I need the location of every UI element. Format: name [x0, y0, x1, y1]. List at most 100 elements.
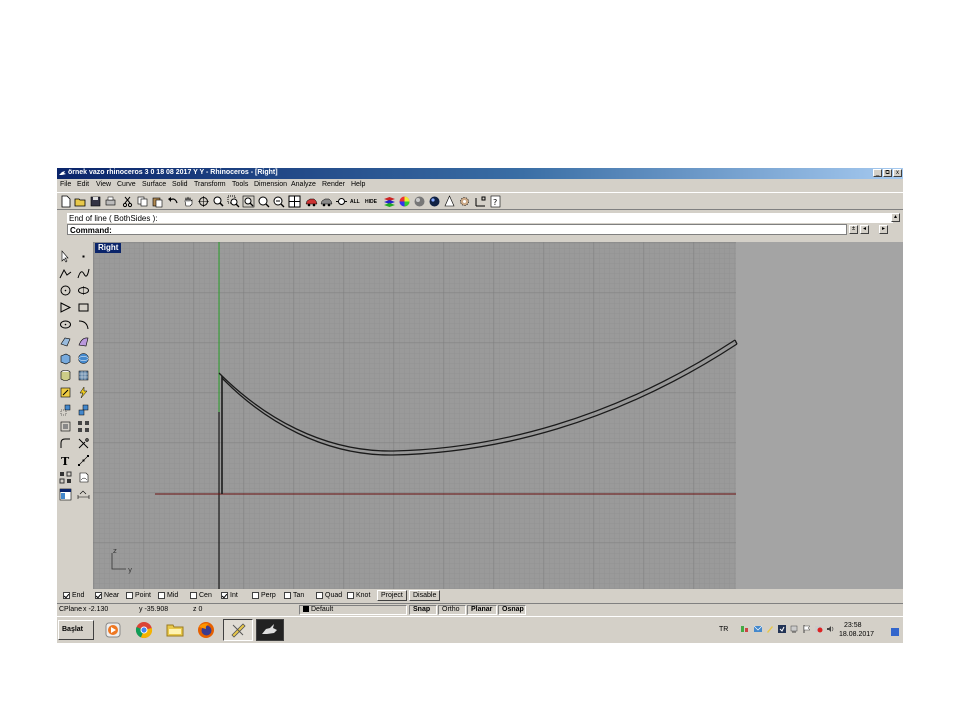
- osnap-cen[interactable]: Cen: [190, 591, 212, 600]
- status-osnap-toggle[interactable]: Osnap: [498, 605, 526, 615]
- start-button[interactable]: Başlat: [58, 620, 94, 640]
- cut-icon[interactable]: [121, 195, 134, 208]
- osnap-near-checkbox[interactable]: [95, 592, 102, 599]
- pan-hand-icon[interactable]: [182, 195, 195, 208]
- menu-help[interactable]: Help: [351, 181, 365, 188]
- ellipse-center-icon[interactable]: [59, 318, 72, 331]
- car-render-icon[interactable]: [305, 195, 318, 208]
- point-icon[interactable]: [77, 250, 90, 263]
- zoom-window-icon[interactable]: [227, 195, 240, 208]
- osnap-end-checkbox[interactable]: [63, 592, 70, 599]
- trim-icon[interactable]: [77, 437, 90, 450]
- osnap-perp-checkbox[interactable]: [252, 592, 259, 599]
- text-icon[interactable]: T: [59, 454, 72, 467]
- scale-icon[interactable]: [59, 420, 72, 433]
- osnap-knot-checkbox[interactable]: [347, 592, 354, 599]
- cone-light-icon[interactable]: [443, 195, 456, 208]
- layers-icon[interactable]: [383, 195, 396, 208]
- taskbar-app-button[interactable]: [256, 619, 284, 641]
- clock-date[interactable]: 18.08.2017: [839, 631, 874, 638]
- osnap-panel-icon[interactable]: [474, 195, 487, 208]
- dimension-icon[interactable]: [77, 488, 90, 501]
- viewport-title-tab[interactable]: Right: [95, 243, 122, 253]
- rectangle-icon[interactable]: [77, 301, 90, 314]
- status-snap-toggle[interactable]: Snap: [409, 605, 437, 615]
- new-file-icon[interactable]: [59, 195, 72, 208]
- menu-curve[interactable]: Curve: [117, 181, 136, 188]
- undo-view-icon[interactable]: [272, 195, 285, 208]
- menu-tools[interactable]: Tools: [232, 181, 248, 188]
- menu-transform[interactable]: Transform: [194, 181, 226, 188]
- hide-button[interactable]: HIDE: [365, 199, 377, 205]
- select-lights-icon[interactable]: [335, 195, 348, 208]
- four-viewports-icon[interactable]: [288, 195, 301, 208]
- tray-warning-icon[interactable]: [815, 625, 823, 633]
- tray-network-icon[interactable]: [790, 625, 798, 633]
- curve-icon[interactable]: [77, 267, 90, 280]
- group-icon[interactable]: [59, 471, 72, 484]
- title-bar[interactable]: örnek vazo rhinoceros 3 0 18 08 2017 Y Y…: [57, 168, 903, 179]
- osnap-tan-checkbox[interactable]: [284, 592, 291, 599]
- close-button[interactable]: x: [893, 169, 902, 177]
- menu-file[interactable]: File: [60, 181, 71, 188]
- points-on-icon[interactable]: [77, 454, 90, 467]
- osnap-int[interactable]: Int: [221, 591, 238, 600]
- print-icon[interactable]: [104, 195, 117, 208]
- osnap-mid-checkbox[interactable]: [158, 592, 165, 599]
- osnap-mid[interactable]: Mid: [158, 591, 178, 600]
- language-indicator[interactable]: TR: [719, 626, 728, 633]
- status-planar-toggle[interactable]: Planar: [467, 605, 497, 615]
- minimize-button[interactable]: _: [873, 169, 882, 177]
- copy-icon[interactable]: [136, 195, 149, 208]
- osnap-near[interactable]: Near: [95, 591, 119, 600]
- polygon-icon[interactable]: [59, 301, 72, 314]
- osnap-knot[interactable]: Knot: [347, 591, 370, 600]
- menu-edit[interactable]: Edit: [77, 181, 89, 188]
- cylinder-icon[interactable]: [59, 369, 72, 382]
- menu-analyze[interactable]: Analyze: [291, 181, 316, 188]
- osnap-tan[interactable]: Tan: [284, 591, 304, 600]
- zoom-selected-icon[interactable]: [257, 195, 270, 208]
- layout-icon[interactable]: [77, 471, 90, 484]
- osnap-quad-checkbox[interactable]: [316, 592, 323, 599]
- file-explorer-icon[interactable]: [166, 621, 184, 639]
- menu-surface[interactable]: Surface: [142, 181, 166, 188]
- copy-transform-icon[interactable]: [77, 403, 90, 416]
- status-layer[interactable]: Default: [299, 605, 407, 615]
- zoom-extents-icon[interactable]: [242, 195, 255, 208]
- open-folder-icon[interactable]: [74, 195, 87, 208]
- command-scroll-right[interactable]: ▸: [879, 225, 888, 234]
- tray-security-icon[interactable]: [778, 625, 786, 633]
- osnap-cen-checkbox[interactable]: [190, 592, 197, 599]
- blue-sphere-icon[interactable]: [428, 195, 441, 208]
- circle-icon[interactable]: [59, 284, 72, 297]
- tray-mail-icon[interactable]: [754, 625, 762, 633]
- zoom-dynamic-icon[interactable]: [212, 195, 225, 208]
- car-shaded-icon[interactable]: [320, 195, 333, 208]
- save-icon[interactable]: [89, 195, 102, 208]
- tray-app-icon[interactable]: [741, 625, 749, 633]
- command-spinner[interactable]: ±: [849, 225, 858, 234]
- ellipse-icon[interactable]: [77, 284, 90, 297]
- osnap-project-button[interactable]: Project: [377, 590, 407, 601]
- tray-pen-icon[interactable]: [766, 625, 774, 633]
- lightning-icon[interactable]: [77, 386, 90, 399]
- taskbar-rhino-active-button[interactable]: [223, 619, 253, 641]
- right-viewport[interactable]: z y Right: [93, 242, 903, 589]
- volume-icon[interactable]: [827, 625, 835, 633]
- fillet-icon[interactable]: [59, 437, 72, 450]
- surface-corner-icon[interactable]: [59, 335, 72, 348]
- undo-icon[interactable]: [167, 195, 180, 208]
- command-input[interactable]: [116, 225, 836, 234]
- menu-solid[interactable]: Solid: [172, 181, 188, 188]
- osnap-perp[interactable]: Perp: [252, 591, 276, 600]
- mesh-icon[interactable]: [77, 369, 90, 382]
- menu-render[interactable]: Render: [322, 181, 345, 188]
- box-solid-icon[interactable]: [59, 352, 72, 365]
- gear-options-icon[interactable]: [458, 195, 471, 208]
- history-scroll-up[interactable]: ▴: [891, 213, 900, 222]
- osnap-point[interactable]: Point: [126, 591, 151, 600]
- select-all-button[interactable]: ALL: [350, 199, 360, 205]
- show-desktop-icon[interactable]: [891, 628, 899, 636]
- command-scroll-left[interactable]: ◂: [860, 225, 869, 234]
